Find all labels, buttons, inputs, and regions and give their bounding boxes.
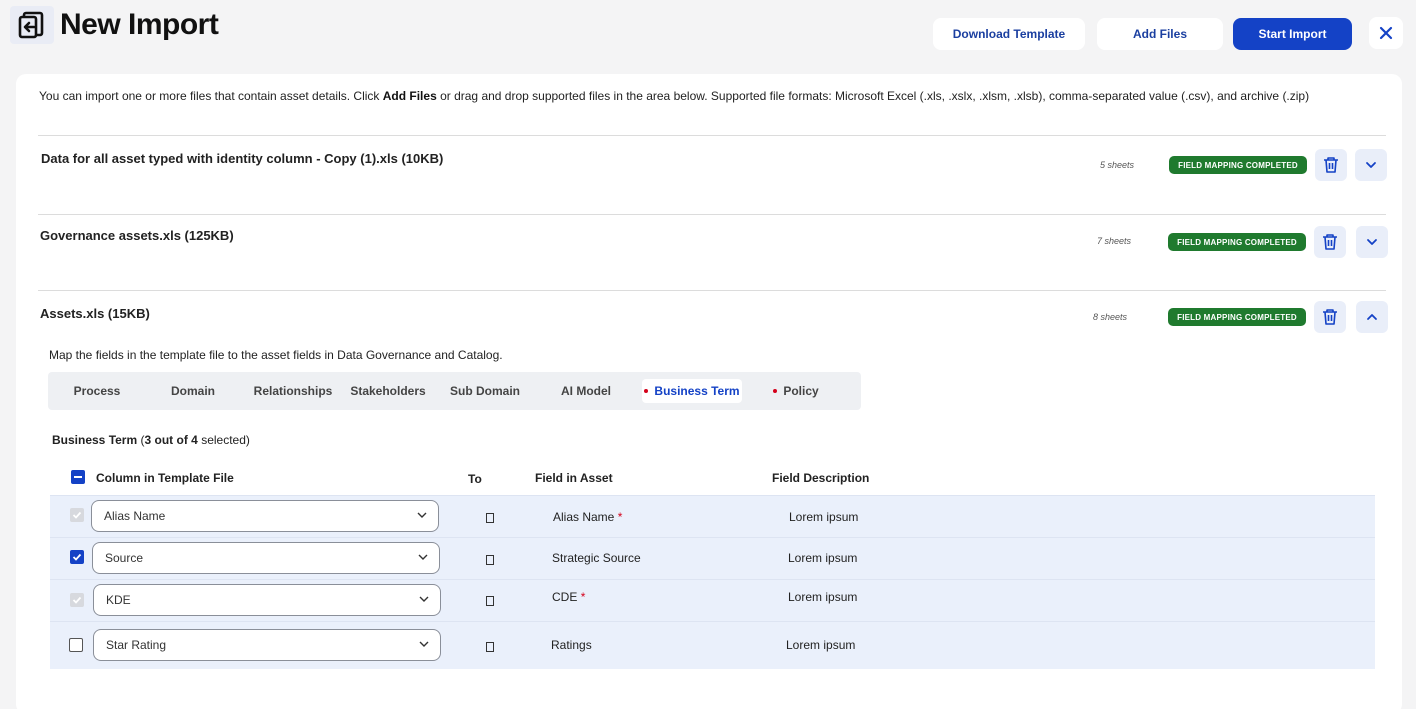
chevron-up-icon xyxy=(1367,314,1377,320)
required-dot xyxy=(644,389,649,393)
sheet-count: 5 sheets xyxy=(1099,160,1134,170)
close-icon xyxy=(1379,26,1393,40)
delete-file-button[interactable] xyxy=(1315,149,1347,181)
status-badge: FIELD MAPPING COMPLETED xyxy=(1168,308,1306,326)
column-header-template: Column in Template File xyxy=(96,471,234,485)
field-name: Strategic Source xyxy=(552,551,641,565)
row-checkbox[interactable] xyxy=(69,638,83,652)
chevron-down-icon xyxy=(1367,239,1377,245)
chevron-down-icon xyxy=(419,641,429,647)
table-row: Source Strategic Source Lorem ipsum xyxy=(50,537,1375,579)
delete-file-button[interactable] xyxy=(1314,226,1346,258)
download-template-button[interactable]: Download Template xyxy=(933,18,1085,50)
intro-text: You can import one or more files that co… xyxy=(39,89,1310,103)
chevron-down-icon xyxy=(419,596,429,602)
required-marker: * xyxy=(617,510,623,524)
expand-file-button[interactable] xyxy=(1355,149,1387,181)
add-files-button[interactable]: Add Files xyxy=(1097,18,1223,50)
divider xyxy=(38,214,1386,215)
field-description: Lorem ipsum xyxy=(786,638,856,652)
template-column-select[interactable]: KDE xyxy=(93,584,441,616)
expand-file-button[interactable] xyxy=(1356,226,1388,258)
column-header-description: Field Description xyxy=(772,471,870,485)
chevron-down-icon xyxy=(417,512,427,518)
tab-process[interactable]: Process xyxy=(58,379,136,403)
trash-icon xyxy=(1324,157,1338,173)
status-badge: FIELD MAPPING COMPLETED xyxy=(1169,156,1307,174)
divider xyxy=(38,135,1386,136)
collapse-file-button[interactable] xyxy=(1356,301,1388,333)
close-button[interactable] xyxy=(1369,17,1403,49)
select-all-checkbox[interactable] xyxy=(71,470,85,484)
sheet-count: 8 sheets xyxy=(1092,312,1127,322)
field-description: Lorem ipsum xyxy=(789,510,859,524)
delete-file-button[interactable] xyxy=(1314,301,1346,333)
tab-ai-model[interactable]: AI Model xyxy=(548,379,624,403)
template-column-select[interactable]: Source xyxy=(92,542,440,574)
add-files-emphasis: Add Files xyxy=(382,89,437,103)
required-marker: * xyxy=(580,590,586,604)
sheet-count: 7 sheets xyxy=(1096,236,1131,246)
row-checkbox[interactable] xyxy=(70,550,84,564)
table-row: KDE CDE * Lorem ipsum xyxy=(50,579,1375,621)
field-description: Lorem ipsum xyxy=(788,551,858,565)
template-column-select[interactable]: Alias Name xyxy=(91,500,439,532)
file-name: Governance assets.xls (125KB) xyxy=(40,228,234,243)
row-checkbox[interactable] xyxy=(70,593,84,607)
column-header-field: Field in Asset xyxy=(535,471,613,485)
start-import-button[interactable]: Start Import xyxy=(1233,18,1352,50)
import-card: You can import one or more files that co… xyxy=(16,74,1402,709)
tab-sub-domain[interactable]: Sub Domain xyxy=(444,379,526,403)
chevron-down-icon xyxy=(1366,162,1376,168)
arrow-marker xyxy=(486,513,494,523)
field-name: Ratings xyxy=(551,638,592,652)
divider xyxy=(38,290,1386,291)
field-name: Alias Name * xyxy=(553,510,623,524)
row-checkbox[interactable] xyxy=(70,508,84,522)
page-title: New Import xyxy=(60,8,219,41)
trash-icon xyxy=(1323,309,1337,325)
column-header-to: To xyxy=(468,472,482,486)
tab-domain[interactable]: Domain xyxy=(156,379,230,403)
file-name: Assets.xls (15KB) xyxy=(40,306,150,321)
file-name: Data for all asset typed with identity c… xyxy=(41,151,444,166)
section-title: Business Term (3 out of 4 selected) xyxy=(52,433,250,447)
trash-icon xyxy=(1323,234,1337,250)
tab-stakeholders[interactable]: Stakeholders xyxy=(346,379,430,403)
status-badge: FIELD MAPPING COMPLETED xyxy=(1168,233,1306,251)
tab-business-term[interactable]: Business Term xyxy=(642,379,742,403)
table-row: Star Rating Ratings Lorem ipsum xyxy=(50,621,1375,669)
import-app-icon xyxy=(10,6,54,44)
chevron-down-icon xyxy=(418,554,428,560)
arrow-marker xyxy=(486,642,494,652)
mapping-instruction: Map the fields in the template file to t… xyxy=(49,348,503,362)
tab-relationships[interactable]: Relationships xyxy=(248,379,338,403)
arrow-marker xyxy=(486,555,494,565)
import-icon xyxy=(18,11,44,39)
field-name: CDE * xyxy=(552,590,586,604)
asset-type-tabs: Process Domain Relationships Stakeholder… xyxy=(48,372,861,410)
field-description: Lorem ipsum xyxy=(788,590,858,604)
tab-policy[interactable]: Policy xyxy=(766,379,826,403)
table-row: Alias Name Alias Name * Lorem ipsum xyxy=(50,495,1375,537)
template-column-select[interactable]: Star Rating xyxy=(93,629,441,661)
required-dot xyxy=(773,389,778,393)
arrow-marker xyxy=(486,596,494,606)
